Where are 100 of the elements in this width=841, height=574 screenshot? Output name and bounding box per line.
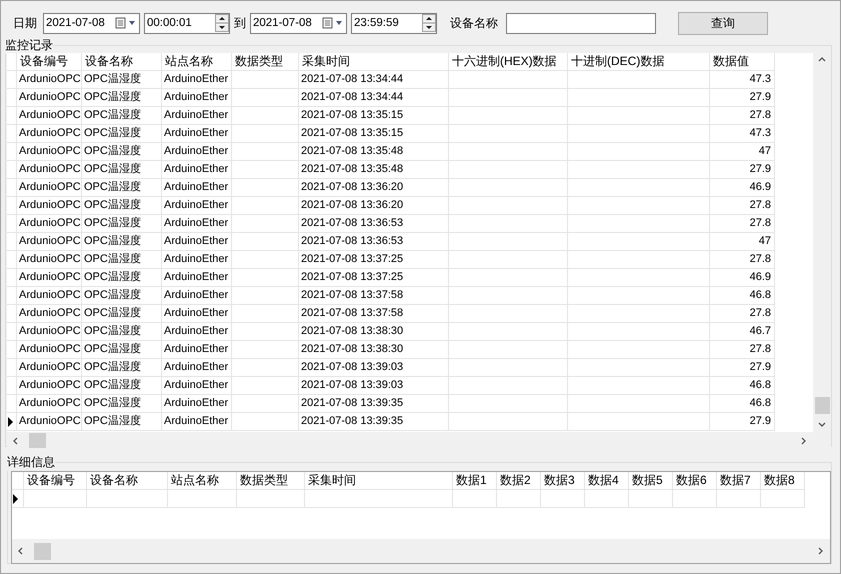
- device-name-field[interactable]: [506, 12, 656, 34]
- column-header[interactable]: 设备名称: [87, 472, 168, 490]
- end-time-field[interactable]: 23:59:59: [351, 12, 437, 34]
- row-header-cell[interactable]: [7, 413, 17, 431]
- row-header-cell[interactable]: [7, 89, 17, 107]
- table-cell: [232, 395, 299, 413]
- table-cell: ArduinoEther: [162, 395, 232, 413]
- table-cell: ArduinoEther: [162, 107, 232, 125]
- row-header-cell[interactable]: [7, 161, 17, 179]
- scroll-right-icon[interactable]: [800, 436, 808, 444]
- table-cell: ArduinoEther: [162, 359, 232, 377]
- table-cell: ArdunioOPC: [17, 251, 82, 269]
- table-cell: [497, 490, 541, 508]
- table-cell: OPC温湿度: [82, 125, 162, 143]
- column-header[interactable]: 十六进制(HEX)数据: [449, 53, 568, 71]
- table-cell: 47.3: [710, 125, 775, 143]
- table-cell: ArdunioOPC: [17, 125, 82, 143]
- table-cell: 2021-07-08 13:39:03: [299, 359, 449, 377]
- table-cell: 2021-07-08 13:35:15: [299, 107, 449, 125]
- table-cell: ArdunioOPC: [17, 179, 82, 197]
- table-cell: ArduinoEther: [162, 233, 232, 251]
- table-cell: OPC温湿度: [82, 89, 162, 107]
- row-header-cell[interactable]: [7, 269, 17, 287]
- scroll-up-icon[interactable]: [818, 56, 826, 64]
- table-cell: OPC温湿度: [82, 395, 162, 413]
- table-cell: OPC温湿度: [82, 161, 162, 179]
- horizontal-scrollbar[interactable]: [12, 539, 830, 563]
- column-header[interactable]: 采集时间: [299, 53, 449, 71]
- table-cell: ArdunioOPC: [17, 215, 82, 233]
- scroll-left-icon[interactable]: [12, 436, 20, 444]
- table-cell: [232, 197, 299, 215]
- table-cell: OPC温湿度: [82, 359, 162, 377]
- table-cell: ArduinoEther: [162, 287, 232, 305]
- row-header-cell[interactable]: [7, 233, 17, 251]
- column-header[interactable]: 数据8: [761, 472, 805, 490]
- column-header[interactable]: 站点名称: [162, 53, 232, 71]
- column-header[interactable]: 数据类型: [237, 472, 305, 490]
- query-button[interactable]: 查询: [678, 12, 768, 34]
- table-cell: [673, 490, 717, 508]
- column-header[interactable]: 站点名称: [168, 472, 237, 490]
- table-cell: [232, 107, 299, 125]
- scroll-thumb[interactable]: [29, 433, 46, 448]
- table-cell: [232, 89, 299, 107]
- row-header-cell[interactable]: [7, 107, 17, 125]
- table-cell: ArdunioOPC: [17, 161, 82, 179]
- column-header[interactable]: 数据值: [710, 53, 775, 71]
- column-header[interactable]: 数据类型: [232, 53, 299, 71]
- row-header-cell[interactable]: [7, 143, 17, 161]
- table-cell: 2021-07-08 13:36:20: [299, 179, 449, 197]
- row-header-cell[interactable]: [7, 287, 17, 305]
- table-cell: ArdunioOPC: [17, 341, 82, 359]
- column-header[interactable]: 数据1: [453, 472, 497, 490]
- scroll-down-icon[interactable]: [818, 421, 826, 429]
- row-header-cell[interactable]: [7, 197, 17, 215]
- group-title: 详细信息: [7, 454, 55, 471]
- row-header-cell[interactable]: [7, 179, 17, 197]
- table-cell: OPC温湿度: [82, 251, 162, 269]
- table-cell: [629, 490, 673, 508]
- row-header-cell[interactable]: [7, 359, 17, 377]
- scroll-left-icon[interactable]: [17, 547, 25, 555]
- column-header[interactable]: 设备编号: [24, 472, 87, 490]
- spinner-icon[interactable]: [215, 14, 229, 32]
- row-header-cell[interactable]: [7, 323, 17, 341]
- row-header-cell[interactable]: [7, 395, 17, 413]
- column-header[interactable]: 设备编号: [17, 53, 82, 71]
- column-header[interactable]: 十进制(DEC)数据: [568, 53, 710, 71]
- column-header[interactable]: 采集时间: [305, 472, 453, 490]
- row-header-cell[interactable]: [7, 125, 17, 143]
- current-row-icon: [7, 416, 13, 426]
- row-header-cell[interactable]: [7, 305, 17, 323]
- table-cell: ArdunioOPC: [17, 359, 82, 377]
- column-header[interactable]: 数据2: [497, 472, 541, 490]
- row-header-cell[interactable]: [7, 215, 17, 233]
- spinner-icon[interactable]: [422, 14, 436, 32]
- table-cell: [168, 490, 237, 508]
- table-cell: 2021-07-08 13:39:35: [299, 413, 449, 431]
- row-header-cell[interactable]: [7, 377, 17, 395]
- row-header-cell[interactable]: [7, 71, 17, 89]
- table-cell: ArdunioOPC: [17, 89, 82, 107]
- start-date-picker[interactable]: 2021-07-08: [43, 12, 140, 34]
- end-date-picker[interactable]: 2021-07-08: [250, 12, 347, 34]
- scroll-right-icon[interactable]: [817, 547, 825, 555]
- table-cell: 2021-07-08 13:36:53: [299, 233, 449, 251]
- scroll-thumb[interactable]: [814, 397, 830, 414]
- row-header-cell[interactable]: [7, 251, 17, 269]
- table-cell: [232, 179, 299, 197]
- table-cell: [232, 233, 299, 251]
- column-header[interactable]: 设备名称: [82, 53, 162, 71]
- column-header[interactable]: 数据6: [673, 472, 717, 490]
- start-time-field[interactable]: 00:00:01: [144, 12, 230, 34]
- row-header-cell[interactable]: [7, 341, 17, 359]
- column-header[interactable]: 数据4: [585, 472, 629, 490]
- table-cell: 2021-07-08 13:39:03: [299, 377, 449, 395]
- scroll-thumb[interactable]: [34, 542, 51, 560]
- table-cell: [232, 269, 299, 287]
- column-header[interactable]: 数据7: [717, 472, 761, 490]
- column-header[interactable]: 数据3: [541, 472, 585, 490]
- table-cell: 27.9: [710, 413, 775, 431]
- column-header[interactable]: 数据5: [629, 472, 673, 490]
- row-header-cell[interactable]: [12, 490, 24, 508]
